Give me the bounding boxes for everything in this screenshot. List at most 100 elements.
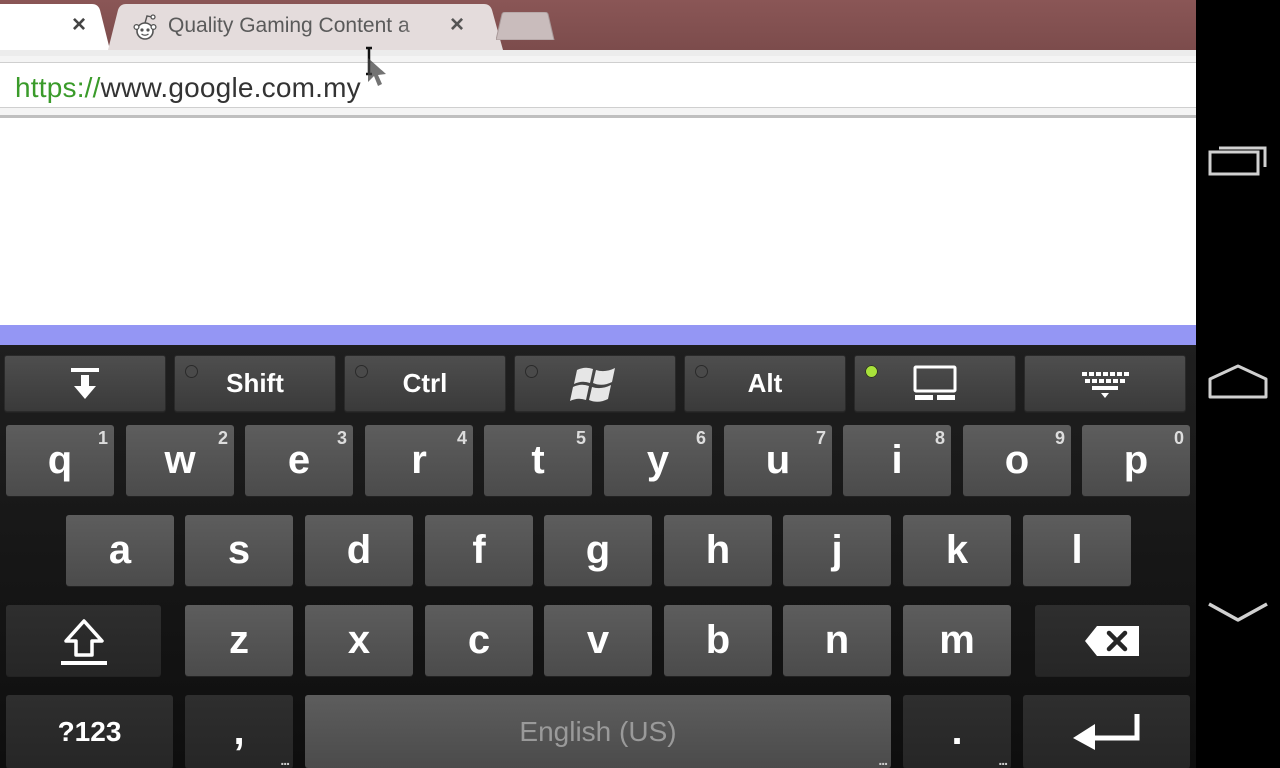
touchpad-mode-button[interactable]: [854, 355, 1016, 412]
period-key[interactable]: . ...: [903, 695, 1011, 768]
key-g[interactable]: g: [544, 515, 652, 586]
tab-active[interactable]: ×: [0, 4, 110, 50]
key-i[interactable]: i8: [843, 425, 951, 496]
reddit-alien-icon: [133, 14, 157, 40]
touchpad-led: [865, 365, 878, 378]
tab-strip: × Quality Gaming Content a ×: [0, 0, 1196, 50]
key-c[interactable]: c: [425, 605, 533, 676]
omnibox[interactable]: https://www.google.com.my: [0, 62, 1196, 108]
backspace-icon: [1084, 625, 1139, 656]
system-nav-bar: [1196, 0, 1280, 768]
key-q[interactable]: q1: [6, 425, 114, 496]
key-d[interactable]: d: [305, 515, 413, 586]
key-l[interactable]: l: [1023, 515, 1131, 586]
key-hint: 0: [1173, 428, 1184, 448]
recent-apps-icon: [1208, 146, 1267, 176]
key-hint: 3: [336, 428, 347, 448]
url-scheme: https://: [15, 72, 101, 103]
key-label: q: [47, 438, 73, 482]
key-p[interactable]: p0: [1082, 425, 1190, 496]
tab-title: Quality Gaming Content a: [168, 14, 410, 37]
alt-toggle-button[interactable]: Alt: [684, 355, 846, 412]
key-hint: 5: [575, 428, 586, 448]
key-e[interactable]: e3: [245, 425, 353, 496]
key-label: x: [347, 618, 371, 662]
key-t[interactable]: t5: [484, 425, 592, 496]
key-hint: 2: [217, 428, 228, 448]
backspace-key[interactable]: [1035, 605, 1190, 676]
key-label: b: [705, 618, 731, 662]
tab-quality-gaming[interactable]: Quality Gaming Content a ×: [108, 4, 503, 50]
tab-active-shape: [0, 4, 110, 50]
key-label: m: [939, 618, 975, 662]
enter-arrow-icon: [1072, 713, 1139, 750]
key-label: .: [951, 709, 963, 753]
key-s[interactable]: s: [185, 515, 293, 586]
tab-close-button[interactable]: ×: [450, 13, 464, 37]
key-n[interactable]: n: [783, 605, 891, 676]
key-f[interactable]: f: [425, 515, 533, 586]
key-label: j: [831, 528, 843, 572]
url-text[interactable]: https://www.google.com.my: [15, 72, 361, 104]
key-label: a: [108, 528, 132, 572]
key-label: i: [891, 438, 903, 482]
key-label: c: [467, 618, 491, 662]
enter-key[interactable]: [1023, 695, 1190, 768]
key-label: h: [705, 528, 731, 572]
key-label: z: [229, 618, 249, 662]
keyboard-settings-button[interactable]: [1024, 355, 1186, 412]
key-label: v: [586, 618, 610, 662]
more-keys-indicator: ...: [878, 752, 888, 768]
key-v[interactable]: v: [544, 605, 652, 676]
shift-arrow-icon: [60, 618, 107, 665]
key-z[interactable]: z: [185, 605, 293, 676]
symbols-key[interactable]: ?123: [6, 695, 173, 768]
key-hint: 6: [695, 428, 706, 448]
key-label: ,: [233, 709, 245, 753]
home-icon: [1208, 364, 1268, 399]
arrow-down-to-line-icon: [71, 367, 99, 399]
toolbar: https://www.google.com.my: [0, 50, 1196, 118]
key-k[interactable]: k: [903, 515, 1011, 586]
key-u[interactable]: u7: [724, 425, 832, 496]
key-j[interactable]: j: [783, 515, 891, 586]
key-label: k: [945, 528, 969, 572]
shift-key[interactable]: [6, 605, 161, 676]
key-x[interactable]: x: [305, 605, 413, 676]
key-o[interactable]: o9: [963, 425, 1071, 496]
key-m[interactable]: m: [903, 605, 1011, 676]
key-r[interactable]: r4: [365, 425, 473, 496]
key-hint: 1: [97, 428, 108, 448]
key-b[interactable]: b: [664, 605, 772, 676]
ctrl-toggle-button[interactable]: Ctrl: [344, 355, 506, 412]
space-label: English (US): [519, 715, 677, 747]
key-label: d: [346, 528, 372, 572]
windows-logo-icon: [570, 367, 615, 402]
key-hint: 9: [1054, 428, 1065, 448]
home-button[interactable]: [1196, 348, 1280, 418]
symbols-label: ?123: [57, 715, 122, 747]
key-label: s: [227, 528, 251, 572]
key-label: l: [1071, 528, 1083, 572]
key-hint: 4: [456, 428, 467, 448]
windows-key-button[interactable]: [514, 355, 676, 412]
chevron-down-icon: [1208, 602, 1268, 622]
url-host: www.google.com.my: [100, 72, 361, 103]
more-keys-indicator: ...: [998, 752, 1008, 768]
hide-keyboard-button[interactable]: [4, 355, 166, 412]
key-a[interactable]: a: [66, 515, 174, 586]
key-label: r: [411, 438, 427, 482]
key-w[interactable]: w2: [126, 425, 234, 496]
hide-keyboard-nav-button[interactable]: [1196, 578, 1280, 648]
key-h[interactable]: h: [664, 515, 772, 586]
key-label: f: [472, 528, 486, 572]
new-tab-button[interactable]: [495, 11, 556, 41]
shift-toggle-button[interactable]: Shift: [174, 355, 336, 412]
space-key[interactable]: English (US) ...: [305, 695, 891, 768]
recent-apps-button[interactable]: [1196, 124, 1280, 194]
key-label: e: [287, 438, 311, 482]
comma-key[interactable]: , ...: [185, 695, 293, 768]
tab-close-button[interactable]: ×: [72, 13, 86, 37]
key-y[interactable]: y6: [604, 425, 712, 496]
key-hint: 8: [934, 428, 945, 448]
